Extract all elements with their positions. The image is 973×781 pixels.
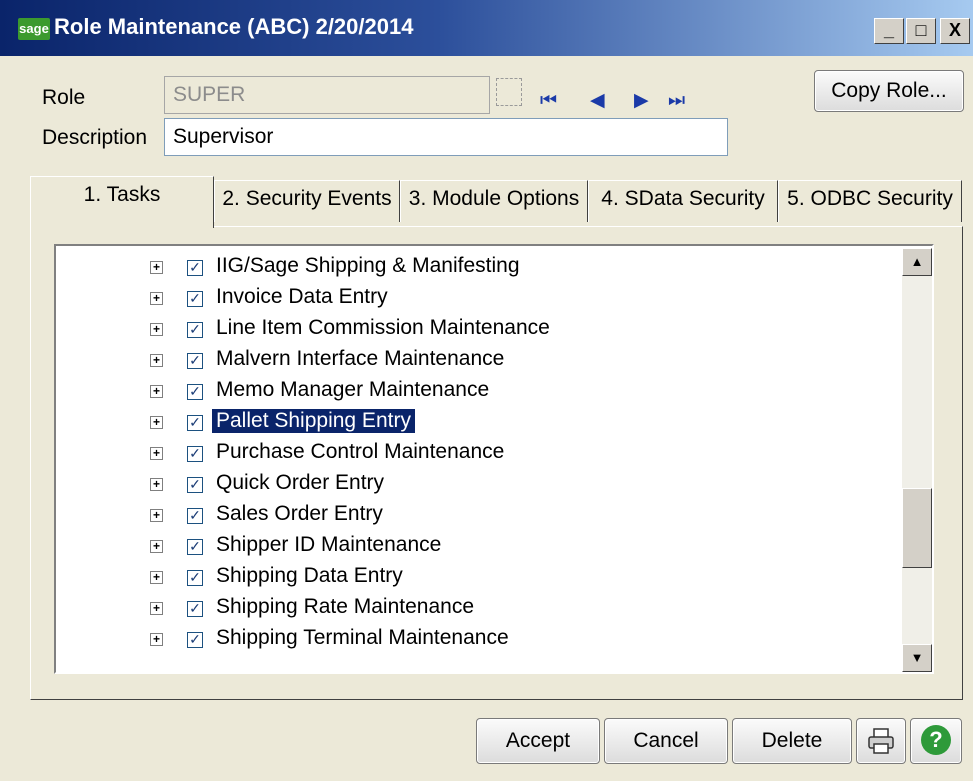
expand-icon[interactable]: + <box>150 571 163 584</box>
scroll-up-button[interactable]: ▲ <box>902 248 932 276</box>
description-label: Description <box>42 126 148 149</box>
expand-icon[interactable]: + <box>150 633 163 646</box>
print-button[interactable] <box>856 718 906 764</box>
delete-button[interactable]: Delete <box>732 718 852 764</box>
tree-row-label: Quick Order Entry <box>216 471 385 494</box>
previous-record-icon[interactable]: ◀ <box>590 90 605 112</box>
copy-role-button[interactable]: Copy Role... <box>814 70 964 112</box>
sage-logo-icon: sage <box>18 18 50 40</box>
expand-icon[interactable]: + <box>150 323 163 336</box>
checkbox[interactable]: ✓ <box>187 322 203 338</box>
role-field[interactable]: SUPER <box>164 76 490 114</box>
expand-icon[interactable]: + <box>150 447 163 460</box>
expand-icon[interactable]: + <box>150 292 163 305</box>
tree-row-label: Pallet Shipping Entry <box>211 408 416 434</box>
tree-row-label: Sales Order Entry <box>216 502 383 525</box>
checkbox[interactable]: ✓ <box>187 384 203 400</box>
minimize-button[interactable]: _ <box>874 18 904 44</box>
tree-row[interactable]: + ✓ Invoice Data Entry <box>56 283 896 314</box>
expand-icon[interactable]: + <box>150 478 163 491</box>
tree-row-label: Shipper ID Maintenance <box>216 533 442 556</box>
checkbox[interactable]: ✓ <box>187 477 203 493</box>
checkbox[interactable]: ✓ <box>187 353 203 369</box>
close-button[interactable]: X <box>940 18 970 44</box>
tab-sdata-security[interactable]: 4. SData Security <box>588 180 778 222</box>
tree-row[interactable]: + ✓ Shipping Data Entry <box>56 562 896 593</box>
help-icon: ? <box>921 725 951 755</box>
printer-icon <box>868 728 894 754</box>
tree-row[interactable]: + ✓ Malvern Interface Maintenance <box>56 345 896 376</box>
checkbox[interactable]: ✓ <box>187 415 203 431</box>
tree-row[interactable]: + ✓ Shipper ID Maintenance <box>56 531 896 562</box>
help-button[interactable]: ? <box>910 718 962 764</box>
checkbox[interactable]: ✓ <box>187 508 203 524</box>
tasks-tree[interactable]: + ✓ IIG/Sage Shipping & Manifesting + ✓ … <box>54 244 934 674</box>
checkbox[interactable]: ✓ <box>187 601 203 617</box>
tree-row-label: Shipping Rate Maintenance <box>216 595 475 618</box>
tree-row-label: Malvern Interface Maintenance <box>216 347 505 370</box>
expand-icon[interactable]: + <box>150 354 163 367</box>
checkbox[interactable]: ✓ <box>187 632 203 648</box>
tree-row[interactable]: + ✓ Shipping Terminal Maintenance <box>56 624 896 655</box>
window-title: Role Maintenance (ABC) 2/20/2014 <box>54 14 414 39</box>
tree-row[interactable]: + ✓ Shipping Rate Maintenance <box>56 593 896 624</box>
tab-security-events[interactable]: 2. Security Events <box>214 180 400 222</box>
tree-row-selected[interactable]: + ✓ Pallet Shipping Entry <box>56 407 896 438</box>
accept-button[interactable]: Accept <box>476 718 600 764</box>
tab-module-options[interactable]: 3. Module Options <box>400 180 588 222</box>
tree-row-label: Purchase Control Maintenance <box>216 440 505 463</box>
tab-tasks[interactable]: 1. Tasks <box>30 176 214 228</box>
tree-row-label: IIG/Sage Shipping & Manifesting <box>216 254 520 277</box>
checkbox[interactable]: ✓ <box>187 539 203 555</box>
vertical-scrollbar[interactable]: ▲ ▼ <box>902 248 932 672</box>
lookup-icon[interactable] <box>496 78 522 106</box>
tab-odbc-security[interactable]: 5. ODBC Security <box>778 180 962 222</box>
expand-icon[interactable]: + <box>150 416 163 429</box>
tree-row[interactable]: + ✓ Memo Manager Maintenance <box>56 376 896 407</box>
last-record-icon[interactable]: ⏭ <box>668 90 685 112</box>
tree-row-label: Shipping Terminal Maintenance <box>216 626 509 649</box>
tree-row-label: Shipping Data Entry <box>216 564 403 587</box>
expand-icon[interactable]: + <box>150 540 163 553</box>
expand-icon[interactable]: + <box>150 602 163 615</box>
cancel-button[interactable]: Cancel <box>604 718 728 764</box>
checkbox[interactable]: ✓ <box>187 446 203 462</box>
expand-icon[interactable]: + <box>150 261 163 274</box>
tree-row-label: Invoice Data Entry <box>216 285 388 308</box>
tree-row[interactable]: + ✓ Purchase Control Maintenance <box>56 438 896 469</box>
role-label: Role <box>42 86 86 109</box>
tree-row[interactable]: + ✓ Line Item Commission Maintenance <box>56 314 896 345</box>
checkbox[interactable]: ✓ <box>187 260 203 276</box>
first-record-icon[interactable]: ⏮ <box>540 90 557 112</box>
expand-icon[interactable]: + <box>150 509 163 522</box>
checkbox[interactable]: ✓ <box>187 570 203 586</box>
scroll-down-button[interactable]: ▼ <box>902 644 932 672</box>
description-field[interactable]: Supervisor <box>164 118 728 156</box>
maximize-button[interactable]: □ <box>906 18 936 44</box>
tree-row[interactable]: + ✓ Sales Order Entry <box>56 500 896 531</box>
tree-row[interactable]: + ✓ Quick Order Entry <box>56 469 896 500</box>
tree-row-label: Memo Manager Maintenance <box>216 378 490 401</box>
tree-row-label: Line Item Commission Maintenance <box>216 316 550 339</box>
checkbox[interactable]: ✓ <box>187 291 203 307</box>
expand-icon[interactable]: + <box>150 385 163 398</box>
next-record-icon[interactable]: ▶ <box>634 90 649 112</box>
scroll-thumb[interactable] <box>902 488 932 568</box>
tree-row[interactable]: + ✓ IIG/Sage Shipping & Manifesting <box>56 252 896 283</box>
